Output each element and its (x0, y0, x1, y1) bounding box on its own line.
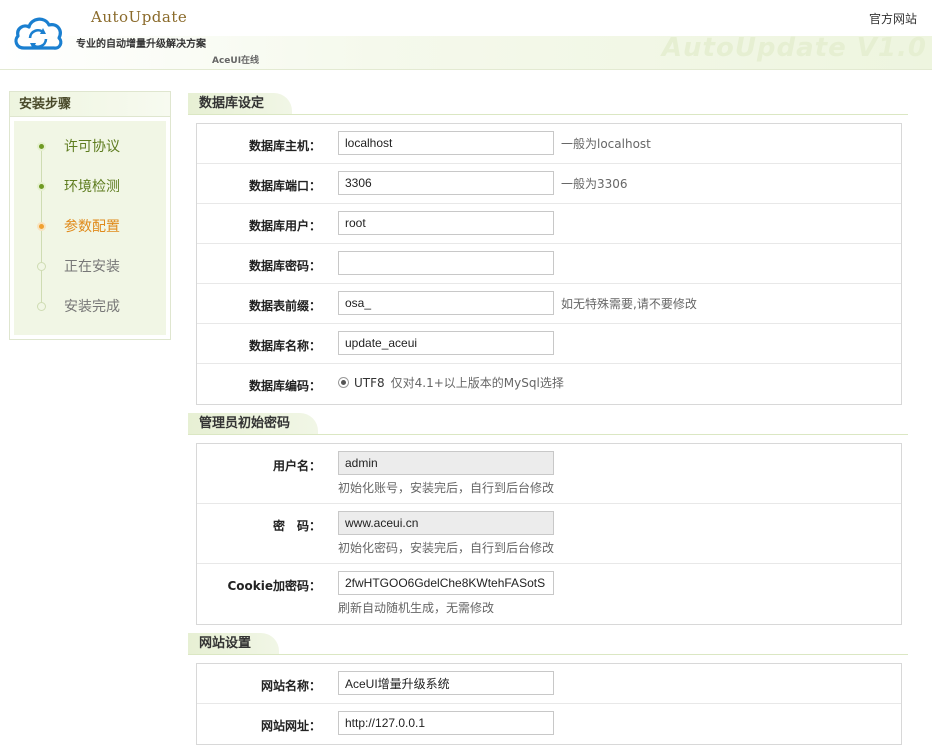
db-prefix-row: 数据表前缀： 如无特殊需要,请不要修改 (197, 284, 901, 324)
section-site-title: 网站设置 (188, 633, 908, 655)
utf8-radio[interactable] (338, 377, 349, 388)
step-label: 正在安装 (64, 259, 120, 275)
admin-username-row: 用户名： 初始化账号，安装完后，自行到后台修改 (197, 444, 901, 504)
section-admin-tab: 管理员初始密码 (188, 413, 319, 435)
version-watermark: AutoUpdate V1.0 (661, 33, 927, 63)
db-password-row: 数据库密码： (197, 244, 901, 284)
step-dot-icon (37, 262, 46, 271)
section-db-title: 数据库设定 (188, 93, 908, 115)
section-rule (188, 114, 908, 115)
cookie-key-row: Cookie加密码： 刷新自动随机生成，无需修改 (197, 564, 901, 624)
db-prefix-hint: 如无特殊需要,请不要修改 (561, 297, 697, 311)
section-rule (188, 434, 908, 435)
cookie-key-label: Cookie加密码： (227, 579, 321, 593)
admin-username-input[interactable] (338, 451, 554, 475)
db-port-hint: 一般为3306 (561, 177, 628, 191)
step-config: 参数配置 (14, 217, 164, 237)
sidebar-title: 安装步骤 (10, 92, 170, 117)
site-name-label: 网站名称： (260, 679, 321, 693)
db-name-input[interactable] (338, 331, 554, 355)
app-sub: AceUI在线 (212, 56, 260, 66)
admin-password-row: 密 码： 初始化密码，安装完后，自行到后台修改 (197, 504, 901, 564)
section-admin-title: 管理员初始密码 (188, 413, 908, 435)
db-charset-row: 数据库编码： UTF8 仅对4.1+以上版本的MySql选择 (197, 364, 901, 404)
db-user-row: 数据库用户： (197, 204, 901, 244)
db-name-label: 数据库名称： (248, 339, 321, 353)
db-password-input[interactable] (338, 251, 554, 275)
db-host-label: 数据库主机： (248, 139, 321, 153)
section-rule (188, 654, 908, 655)
charset-hint: 仅对4.1+以上版本的MySql选择 (390, 376, 564, 390)
site-settings-panel: 网站名称： 网站网址： (196, 663, 902, 745)
step-label: 许可协议 (64, 139, 120, 155)
cookie-key-hint: 刷新自动随机生成，无需修改 (338, 601, 495, 615)
step-env-check: 环境检测 (14, 177, 164, 197)
section-site-tab: 网站设置 (188, 633, 280, 655)
site-url-label: 网站网址： (260, 719, 321, 733)
step-label: 安装完成 (64, 299, 120, 315)
steps-list: 许可协议 环境检测 参数配置 正在安装 安装完成 (14, 121, 166, 335)
site-url-row: 网站网址： (197, 704, 901, 744)
step-installing: 正在安装 (14, 257, 164, 277)
app-name: AutoUpdate (91, 8, 188, 26)
db-prefix-input[interactable] (338, 291, 554, 315)
cookie-key-input[interactable] (338, 571, 554, 595)
db-name-row: 数据库名称： (197, 324, 901, 364)
utf8-radio-label[interactable]: UTF8 (354, 376, 385, 390)
step-complete: 安装完成 (14, 297, 164, 317)
step-dot-icon (37, 182, 46, 191)
db-user-input[interactable] (338, 211, 554, 235)
official-site-link[interactable]: 官方网站 (869, 10, 917, 27)
install-steps-sidebar: 安装步骤 许可协议 环境检测 参数配置 正在安装 安装完成 (9, 91, 171, 340)
db-host-input[interactable] (338, 131, 554, 155)
db-user-label: 数据库用户： (248, 219, 321, 233)
db-port-row: 数据库端口： 一般为3306 (197, 164, 901, 204)
db-host-row: 数据库主机： 一般为localhost (197, 124, 901, 164)
step-dot-icon (37, 222, 46, 231)
cloud-sync-icon (14, 17, 63, 50)
admin-password-hint: 初始化密码，安装完后，自行到后台修改 (338, 541, 555, 555)
page-header: AutoUpdate 专业的自动增量升级解决方案 AceUI在线 官方网站 Au… (0, 0, 932, 72)
section-db-tab: 数据库设定 (188, 93, 293, 115)
charset-radio-group: UTF8 仅对4.1+以上版本的MySql选择 (338, 374, 564, 391)
site-url-input[interactable] (338, 711, 554, 735)
db-port-input[interactable] (338, 171, 554, 195)
step-label: 环境检测 (64, 179, 120, 195)
admin-settings-panel: 用户名： 初始化账号，安装完后，自行到后台修改 密 码： 初始化密码，安装完后，… (196, 443, 902, 625)
db-prefix-label: 数据表前缀： (248, 299, 321, 313)
step-dot-icon (37, 142, 46, 151)
step-label: 参数配置 (64, 219, 120, 235)
site-name-row: 网站名称： (197, 664, 901, 704)
site-name-input[interactable] (338, 671, 554, 695)
db-port-label: 数据库端口： (248, 179, 321, 193)
admin-username-hint: 初始化账号，安装完后，自行到后台修改 (338, 481, 555, 495)
db-password-label: 数据库密码： (248, 259, 321, 273)
step-license: 许可协议 (14, 137, 164, 157)
db-host-hint: 一般为localhost (561, 137, 651, 151)
step-dot-icon (37, 302, 46, 311)
db-settings-panel: 数据库主机： 一般为localhost 数据库端口： 一般为3306 数据库用户… (196, 123, 902, 405)
admin-password-input[interactable] (338, 511, 554, 535)
admin-username-label: 用户名： (272, 459, 321, 473)
admin-password-label: 密 码： (272, 519, 321, 533)
db-charset-label: 数据库编码： (248, 379, 321, 393)
app-slogan: 专业的自动增量升级解决方案 (76, 39, 206, 50)
